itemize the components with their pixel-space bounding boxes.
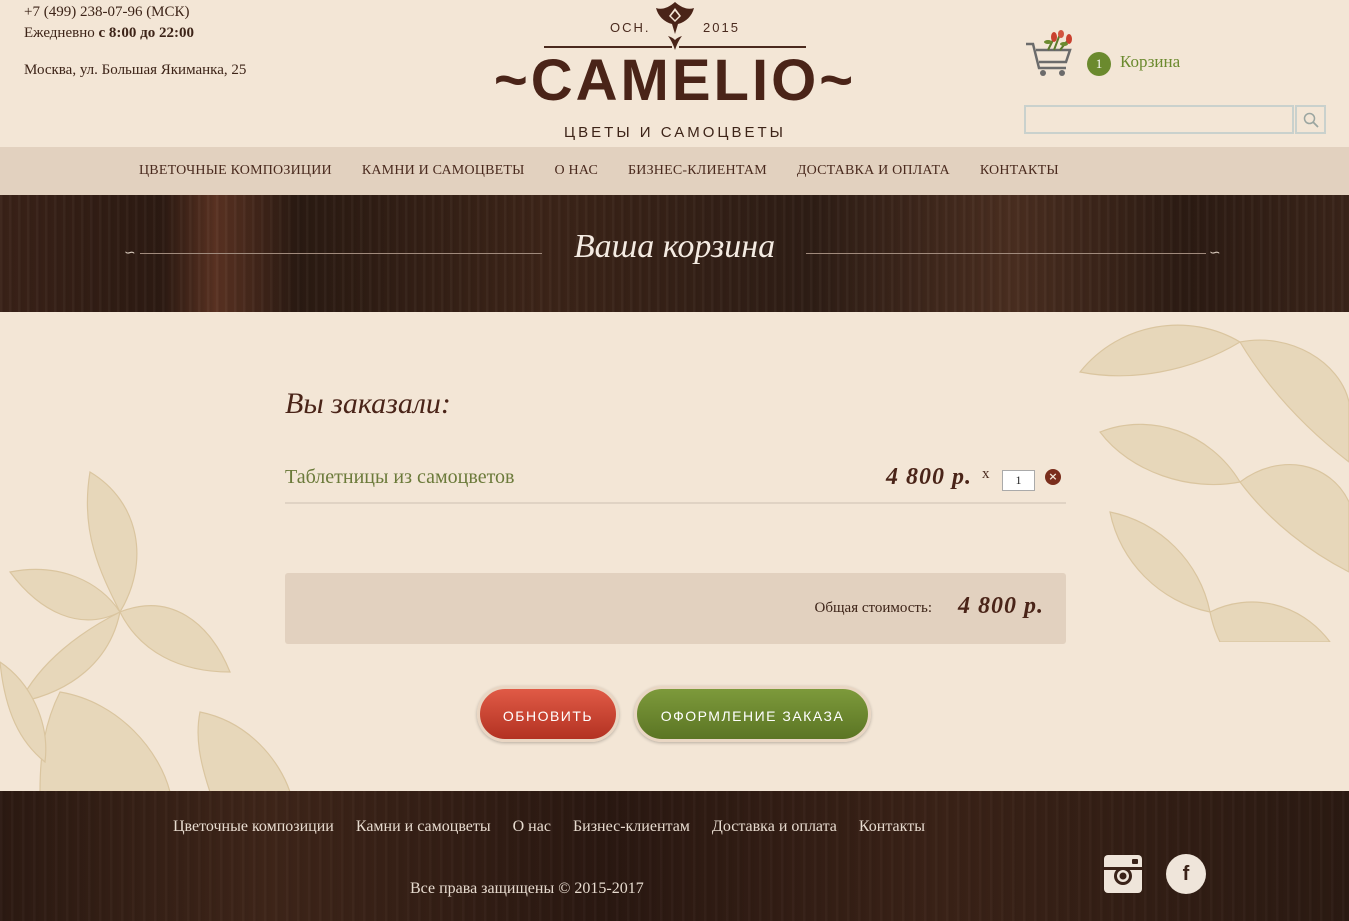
nav-item-business[interactable]: БИЗНЕС-КЛИЕНТАМ — [628, 163, 767, 179]
site-logo[interactable]: OCH. 2015 ~CAMELIO~ ЦВЕТЫ И САМОЦВЕТЫ — [478, 0, 872, 147]
page-banner: ∽ Ваша корзина ∽ — [0, 195, 1349, 312]
search-input[interactable] — [1024, 105, 1294, 134]
footer-link-flower-compositions[interactable]: Цветочные композиции — [173, 818, 334, 836]
quantity-multiplier: x — [982, 466, 990, 482]
order-heading: Вы заказали: — [285, 387, 451, 420]
hours-value: с 8:00 до 22:00 — [98, 25, 194, 41]
copyright: Все права защищены © 2015-2017 — [410, 880, 644, 897]
nav-item-contacts[interactable]: КОНТАКТЫ — [980, 163, 1059, 179]
search-form — [1024, 105, 1326, 134]
site-footer: Цветочные композиции Камни и самоцветы О… — [0, 791, 1349, 921]
logo-name: ~CAMELIO~ — [493, 48, 857, 113]
total-box: Общая стоимость: 4 800 р. — [285, 573, 1066, 644]
quantity-input[interactable]: 1 — [1002, 470, 1035, 491]
nav-item-about[interactable]: О НАС — [555, 163, 598, 179]
banner-rule-right — [806, 253, 1206, 254]
swirl-ornament-icon: ∽ — [1209, 246, 1221, 261]
floral-decoration-left — [0, 471, 291, 791]
search-button[interactable] — [1295, 105, 1326, 134]
contact-info: +7 (499) 238-07-96 (МСК) Ежедневно с 8:0… — [24, 2, 246, 81]
page-title: Ваша корзина — [573, 228, 776, 265]
checkout-button[interactable]: ОФОРМЛЕНИЕ ЗАКАЗА — [634, 686, 871, 742]
lotus-ornament-icon — [656, 2, 694, 50]
site-header: +7 (499) 238-07-96 (МСК) Ежедневно с 8:0… — [0, 0, 1349, 147]
footer-link-about[interactable]: О нас — [513, 818, 551, 836]
cart-item-price: 4 800 р. — [886, 464, 972, 490]
remove-icon[interactable]: × — [1045, 469, 1061, 485]
hours-prefix: Ежедневно — [24, 25, 95, 41]
nav-item-flower-compositions[interactable]: ЦВЕТОЧНЫЕ КОМПОЗИЦИИ — [139, 163, 332, 179]
logo-tagline: ЦВЕТЫ И САМОЦВЕТЫ — [564, 124, 786, 141]
cart-link[interactable]: Корзина — [1120, 52, 1180, 72]
cart-icon[interactable] — [1024, 30, 1084, 80]
main-nav: ЦВЕТОЧНЫЕ КОМПОЗИЦИИ КАМНИ И САМОЦВЕТЫ О… — [0, 147, 1349, 195]
working-hours: Ежедневно с 8:00 до 22:00 — [24, 23, 246, 44]
floral-decoration-right — [1078, 324, 1349, 642]
cart-item-row: Таблетницы из самоцветов 4 800 р. x 1 × — [285, 462, 1066, 504]
footer-link-contacts[interactable]: Контакты — [859, 818, 925, 836]
cart-content: Вы заказали: Таблетницы из самоцветов 4 … — [0, 312, 1349, 791]
footer-link-business[interactable]: Бизнес-клиентам — [573, 818, 690, 836]
update-button[interactable]: ОБНОВИТЬ — [477, 686, 619, 742]
footer-link-delivery[interactable]: Доставка и оплата — [712, 818, 837, 836]
search-icon — [1303, 112, 1319, 128]
total-value: 4 800 р. — [958, 593, 1044, 619]
total-label: Общая стоимость: — [814, 600, 932, 616]
facebook-icon[interactable]: f — [1166, 854, 1206, 894]
logo-year: 2015 — [703, 20, 740, 35]
nav-item-delivery[interactable]: ДОСТАВКА И ОПЛАТА — [797, 163, 950, 179]
nav-item-stones[interactable]: КАМНИ И САМОЦВЕТЫ — [362, 163, 525, 179]
footer-link-stones[interactable]: Камни и самоцветы — [356, 818, 491, 836]
wood-texture — [0, 791, 1349, 921]
address: Москва, ул. Большая Якиманка, 25 — [24, 62, 247, 78]
cart-widget[interactable]: 1 Корзина — [1024, 30, 1324, 80]
cart-item-name[interactable]: Таблетницы из самоцветов — [285, 466, 515, 489]
logo-est: OCH. — [610, 20, 651, 35]
phone-number[interactable]: +7 (499) 238-07-96 (МСК) — [24, 2, 246, 23]
instagram-icon[interactable] — [1103, 854, 1143, 894]
cart-count-badge: 1 — [1087, 52, 1111, 76]
